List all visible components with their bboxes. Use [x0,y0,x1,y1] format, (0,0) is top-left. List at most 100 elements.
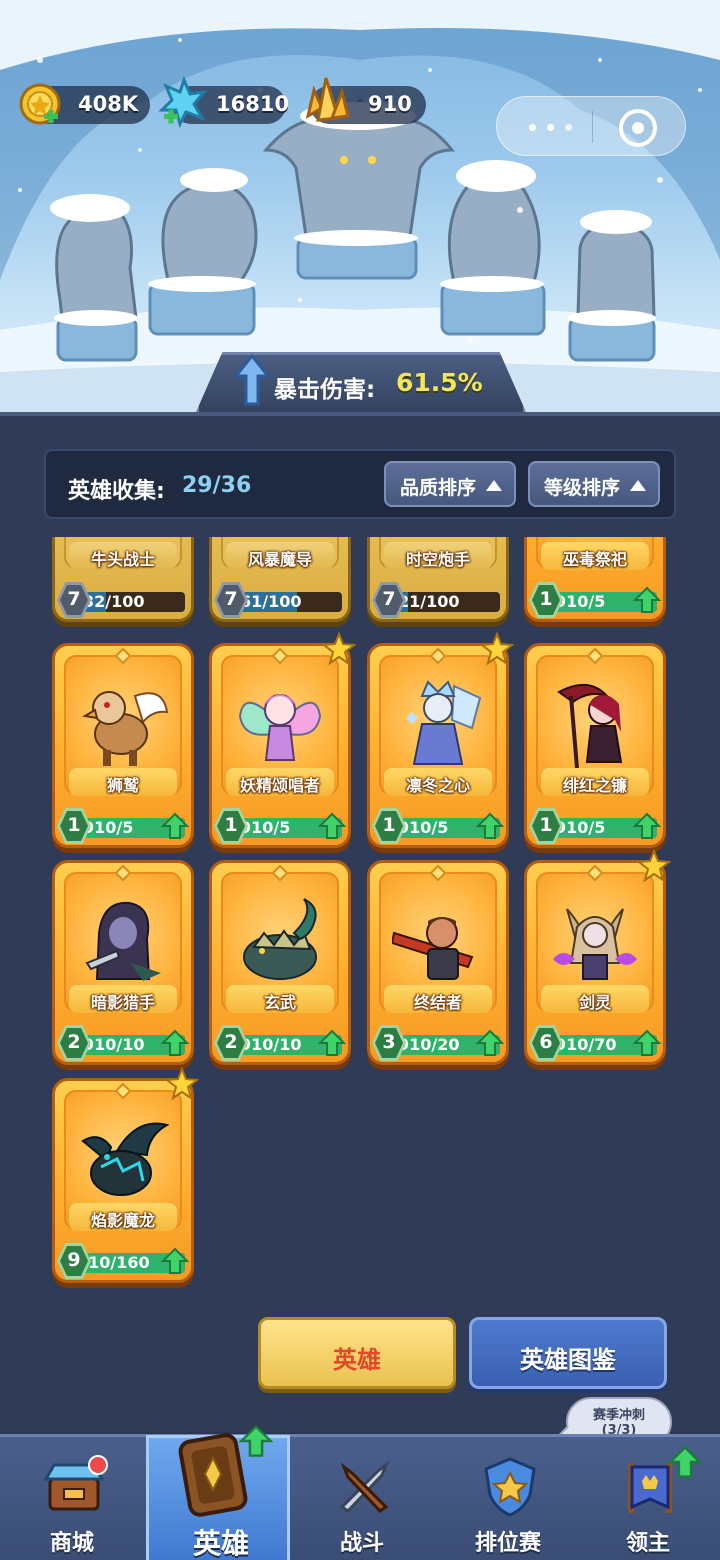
hero-name: 牛头战士 [90,550,155,569]
hero-codex-button[interactable]: 英雄图鉴 [469,1317,667,1389]
hero-card[interactable]: 牛头战士 32/100 7 [52,537,194,622]
upgrade-arrow-icon [633,812,661,839]
level-badge: 3 [372,1025,406,1061]
level-badge: 2 [57,1025,91,1061]
name-plate: 狮鹫 [69,768,177,796]
crystal-counter[interactable]: 910 [305,77,426,124]
collection-bar: 英雄收集: 29/36 品质排序 等级排序 [44,449,676,519]
hero-card[interactable]: 巫毒祭祀 910/5 1 [524,537,666,622]
level-number: 9 [67,1249,81,1271]
hero-card[interactable]: 玄武 910/10 2 [209,860,351,1065]
progress-text: 910/5 [555,592,606,611]
hero-card[interactable]: 绯红之镰 910/5 1 [524,643,666,848]
upgrade-arrow-icon [161,812,189,839]
gold-counter[interactable]: 408K [19,83,150,125]
level-number: 2 [224,1031,238,1053]
crit-label: 暴击伤害: [274,377,376,403]
name-plate: 风暴魔导 [226,542,334,570]
hero-card[interactable]: 妖精颂唱者 910/5 1 [209,632,356,848]
level-number: 2 [67,1031,81,1053]
nav-ranked[interactable]: 排位赛 [436,1437,580,1560]
codex-button-label: 英雄图鉴 [520,1346,616,1374]
sort-quality-label: 品质排序 [400,477,477,499]
upgrade-arrow-icon [476,1029,504,1056]
hero-tab-button[interactable]: 英雄 [258,1317,456,1389]
hero-card[interactable]: 暗影猎手 910/10 2 [52,860,194,1065]
level-number: 1 [67,814,81,836]
nav-hero[interactable]: 英雄 [146,1424,290,1560]
progress-text: 910/70 [555,1035,617,1054]
level-badge: 1 [57,808,91,844]
hero-name: 暗影猎手 [90,993,155,1012]
up-arrow-icon [234,354,270,406]
capsule-divider [592,111,593,143]
crit-damage-banner: 暴击伤害: 61.5% [196,352,526,412]
griffin-portrait-icon [82,691,169,766]
level-number: 7 [67,588,81,610]
nav-lord-label: 领主 [625,1531,670,1556]
hero-name: 剑灵 [578,993,611,1012]
more-menu-button[interactable] [521,111,581,143]
season-sprint-title: 赛季冲刺 [592,1408,645,1423]
progress-text: 910/10 [240,1035,302,1054]
level-number: 6 [539,1031,553,1053]
fairy-portrait-icon [238,694,322,761]
hero-card[interactable]: 剑灵 910/70 6 [524,849,671,1065]
name-plate: 焰影魔龙 [69,1203,177,1231]
level-badge: 9 [57,1243,91,1279]
dot-icon [529,124,536,131]
hero-card[interactable]: 狮鹫 910/5 1 [52,643,194,848]
close-target-button[interactable] [619,109,657,147]
progress-text: 910/5 [398,818,449,837]
collection-label: 英雄收集: [68,479,165,504]
level-badge: 7 [57,582,91,618]
progress-text: 910/20 [398,1035,460,1054]
name-plate: 终结者 [384,985,492,1013]
ranked-shield-icon [484,1457,536,1517]
upgrade-arrow-icon [318,1029,346,1056]
nav-battle[interactable]: 战斗 [290,1437,434,1560]
crit-value: 61.5% [396,368,483,397]
gold-amount: 408K [78,92,139,116]
hero-grid: 牛头战士 32/100 7 风暴魔导 61/100 7 时空炮手 21/100 … [0,537,720,1297]
upgrade-arrow-icon [633,1029,661,1056]
sort-by-level-button[interactable]: 等级排序 [528,461,660,507]
nav-lord[interactable]: 领主 [576,1437,720,1560]
hero-name: 凛冬之心 [405,776,470,795]
hero-card[interactable]: 时空炮手 21/100 7 [367,537,509,622]
name-plate: 暗影猎手 [69,985,177,1013]
level-badge: 1 [214,808,248,844]
progress-text: 21/100 [398,592,460,611]
triangle-up-icon [630,480,646,491]
level-number: 1 [539,814,553,836]
hero-card[interactable]: 焰影魔龙 910/160 9 [52,1067,199,1283]
star-icon [637,849,671,883]
gem-amount: 16810 [216,92,290,116]
sort-by-quality-button[interactable]: 品质排序 [384,461,516,507]
name-plate: 凛冬之心 [384,768,492,796]
upgrade-arrow-icon [633,586,661,613]
hero-name: 终结者 [413,993,462,1012]
level-number: 7 [224,588,238,610]
upgrade-arrow-icon [161,1247,189,1274]
level-badge: 7 [214,582,248,618]
level-number: 3 [382,1031,396,1053]
level-badge: 2 [214,1025,248,1061]
nav-shop[interactable]: 商城 [0,1437,144,1560]
upgrade-arrow-icon [161,1029,189,1056]
progress-text: 910/5 [83,818,134,837]
black-tortoise-portrait-icon [243,898,317,980]
hero-name: 时空炮手 [405,550,470,569]
star-icon [165,1067,199,1101]
shadow-hunter-portrait-icon [85,901,161,981]
name-plate: 剑灵 [541,985,649,1013]
bottom-nav: 商城 英雄 战斗 排位赛 领主 [0,1424,720,1560]
hero-card[interactable]: 凛冬之心 910/5 1 [367,632,514,848]
terminator-portrait-icon [392,917,474,980]
hero-card[interactable]: 风暴魔导 61/100 7 [209,537,351,622]
upgrade-arrow-icon [668,1445,702,1478]
hero-card[interactable]: 终结者 910/20 3 [367,860,509,1065]
level-badge: 1 [529,808,563,844]
gem-counter[interactable]: 16810 [158,76,290,128]
star-icon [322,632,356,666]
